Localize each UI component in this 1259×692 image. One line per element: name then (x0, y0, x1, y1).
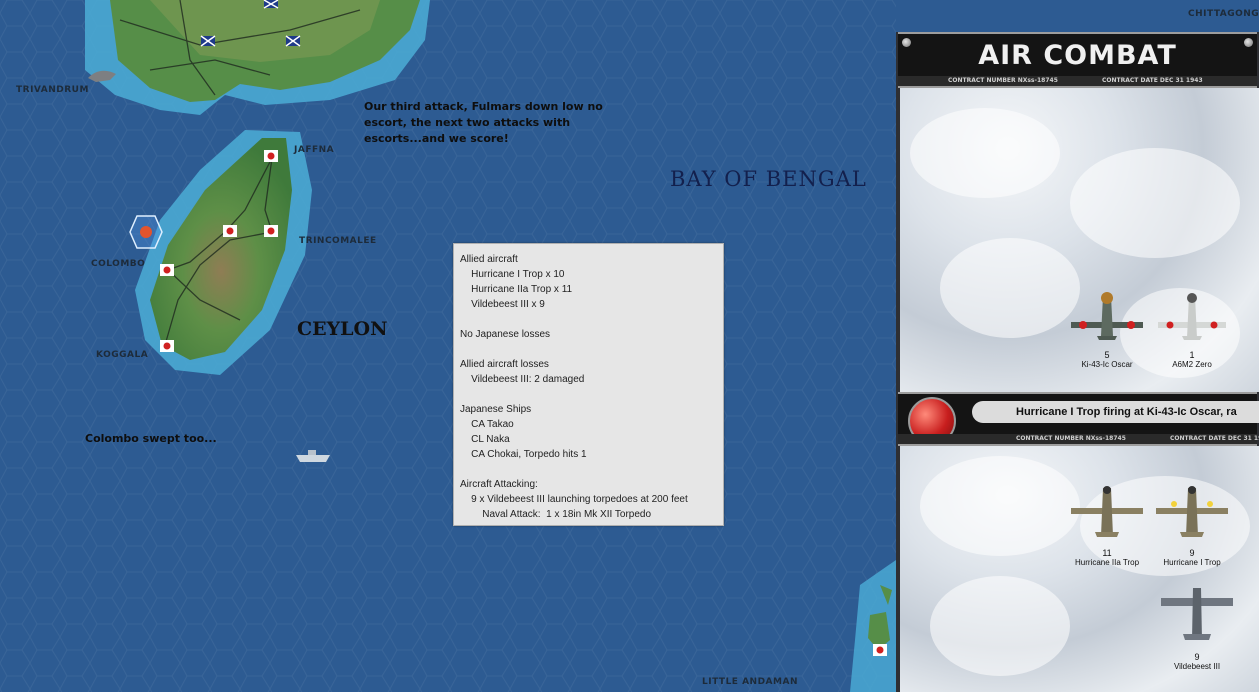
contract-bar: CONTRACT NUMBER NXss-18745 CONTRACT DATE… (898, 76, 1257, 86)
place-trincomalee[interactable]: TRINCOMALEE (299, 236, 377, 246)
aircraft-count: 9 (1189, 548, 1195, 558)
annotation-line: Our third attack, Fulmars down low no (364, 100, 603, 113)
report-line: Naval Attack: 1 x 18in Mk XII Torpedo (460, 509, 652, 520)
report-line: Allied aircraft (460, 254, 518, 265)
air-combat-title: AIR COMBAT (978, 40, 1177, 71)
combat-message: Hurricane I Trop firing at Ki-43-Ic Osca… (972, 401, 1259, 423)
annotation-line: escorts...and we score! (364, 132, 509, 145)
report-line (460, 312, 717, 327)
aircraft-count: 9 (1194, 652, 1200, 662)
aircraft-count: 1 (1189, 350, 1195, 360)
aircraft-count: 11 (1102, 548, 1112, 558)
allied-air-view: 11 Hurricane IIa Trop 9 Hurricane I Trop… (900, 446, 1259, 692)
air-combat-banner: AIR COMBAT CONTRACT NUMBER NXss-18745 CO… (898, 32, 1257, 88)
contract-bar: CONTRACT NUMBER NXss-18745 CONTRACT DATE… (898, 434, 1259, 444)
ki43-oscar-plane-icon (1071, 292, 1143, 340)
aircraft-name: A6M2 Zero (1172, 360, 1212, 369)
report-line: Allied aircraft losses (460, 359, 549, 370)
report-line: Aircraft Attacking: (460, 479, 538, 490)
region-bay-of-bengal: BAY OF BENGAL (670, 167, 867, 191)
annotation-line: escort, the next two attacks with (364, 116, 571, 129)
contract-date: CONTRACT DATE DEC 31 1943 (1170, 435, 1259, 442)
enemy-aircraft-zero[interactable]: 1 A6M2 Zero (1152, 286, 1232, 370)
air-combat-panel: AIR COMBAT CONTRACT NUMBER NXss-18745 CO… (896, 32, 1259, 692)
a6m2-zero-plane-icon (1158, 293, 1226, 340)
place-trivandrum[interactable]: TRIVANDRUM (16, 85, 89, 95)
report-line: Vildebeest III: 2 damaged (460, 374, 585, 385)
contract-date: CONTRACT DATE DEC 31 1943 (1102, 77, 1203, 84)
region-ceylon: CEYLON (297, 318, 388, 340)
allied-aircraft-hurricane-i[interactable]: 9 Hurricane I Trop (1152, 482, 1232, 568)
contract-number: CONTRACT NUMBER NXss-18745 (948, 77, 1058, 84)
report-line (460, 462, 717, 477)
contract-number: CONTRACT NUMBER NXss-18745 (1016, 435, 1126, 442)
report-line: Vildebeest III x 9 (460, 299, 545, 310)
allied-aircraft-vildebeest[interactable]: 9 Vildebeest III (1157, 586, 1237, 672)
combat-report-text: Allied aircraft Hurricane I Trop x 10 Hu… (454, 244, 723, 525)
annotation-third-attack: Our third attack, Fulmars down low no es… (364, 99, 603, 147)
enemy-air-view: 5 Ki-43-Ic Oscar 1 A6M2 Zero (900, 88, 1259, 392)
place-colombo[interactable]: COLOMBO (91, 259, 145, 269)
annotation-colombo-swept: Colombo swept too... (85, 432, 217, 445)
report-line: Hurricane IIa Trop x 11 (460, 284, 573, 295)
combat-report-window[interactable]: Allied aircraft Hurricane I Trop x 10 Hu… (453, 243, 724, 526)
vildebeest-plane-icon (1161, 588, 1233, 640)
report-line (460, 342, 717, 357)
allied-aircraft-hurricane-iia[interactable]: 11 Hurricane IIa Trop (1067, 482, 1147, 568)
report-line: Japanese Ships (460, 404, 532, 415)
report-line: Hurricane I Trop x 10 (460, 269, 565, 280)
report-line: No Japanese losses (460, 329, 551, 340)
report-line: CA Chokai, Torpedo hits 1 (460, 449, 587, 460)
place-koggala[interactable]: KOGGALA (96, 350, 148, 360)
aircraft-name: Ki-43-Ic Oscar (1081, 360, 1133, 369)
place-jaffna[interactable]: JAFFNA (294, 145, 334, 155)
hurricane-i-plane-icon (1156, 486, 1228, 537)
place-little-andaman[interactable]: LITTLE ANDAMAN (702, 677, 798, 687)
hurricane-iia-plane-icon (1071, 486, 1143, 537)
report-line: 9 x Vildebeest III launching torpedoes a… (460, 494, 688, 505)
report-line: CA Takao (460, 419, 514, 430)
aircraft-name: Hurricane I Trop (1163, 558, 1221, 567)
game-map[interactable]: CHITTAGONG TRIVANDRUM JAFFNA TRINCOMALEE… (0, 0, 1259, 692)
place-chittagong: CHITTAGONG (1188, 9, 1259, 19)
aircraft-name: Vildebeest III (1173, 662, 1221, 671)
aircraft-name: Hurricane IIa Trop (1074, 558, 1140, 567)
combat-message-banner: Hurricane I Trop firing at Ki-43-Ic Osca… (898, 392, 1259, 446)
report-line: CL Naka (460, 434, 510, 445)
report-line (460, 387, 717, 402)
aircraft-count: 5 (1104, 350, 1110, 360)
enemy-aircraft-oscar[interactable]: 5 Ki-43-Ic Oscar (1067, 286, 1147, 370)
